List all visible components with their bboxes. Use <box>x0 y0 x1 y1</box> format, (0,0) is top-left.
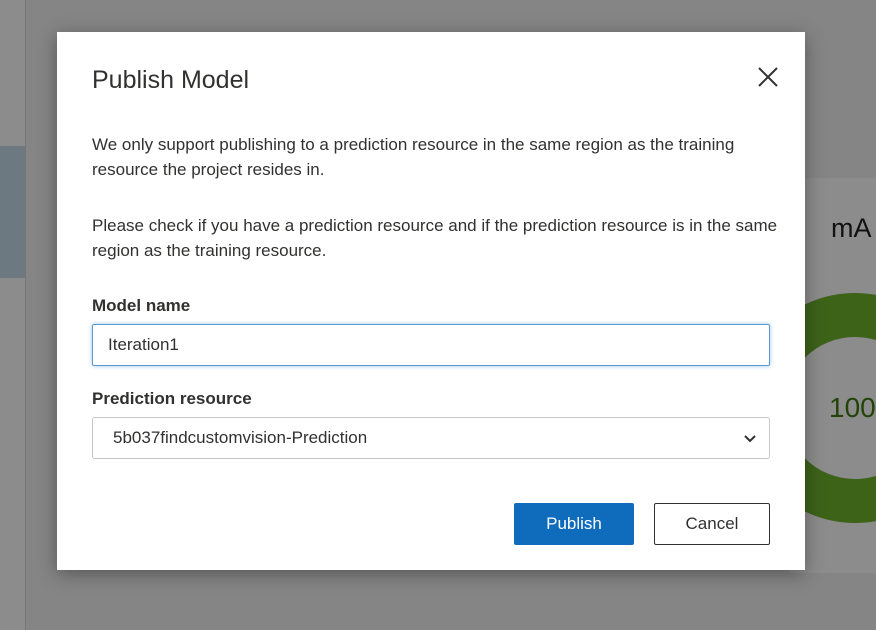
model-name-label: Model name <box>92 296 191 315</box>
model-name-input[interactable] <box>92 324 770 366</box>
close-button[interactable] <box>751 60 785 94</box>
prediction-resource-label: Prediction resource <box>92 389 252 408</box>
prediction-resource-select[interactable]: 5b037findcustomvision-Prediction <box>92 417 770 459</box>
app-window: mA 100 Publish Model We only support pub… <box>0 0 876 630</box>
cancel-button[interactable]: Cancel <box>654 503 770 545</box>
check-resource-text: Please check if you have a prediction re… <box>92 216 778 260</box>
dialog-title: Publish Model <box>92 66 250 94</box>
publish-button[interactable]: Publish <box>514 503 634 545</box>
chevron-down-icon <box>743 431 757 445</box>
prediction-resource-selected-value: 5b037findcustomvision-Prediction <box>113 428 368 447</box>
close-icon <box>758 67 778 87</box>
region-support-text: We only support publishing to a predicti… <box>92 135 735 179</box>
publish-model-dialog: Publish Model We only support publishing… <box>57 32 805 570</box>
